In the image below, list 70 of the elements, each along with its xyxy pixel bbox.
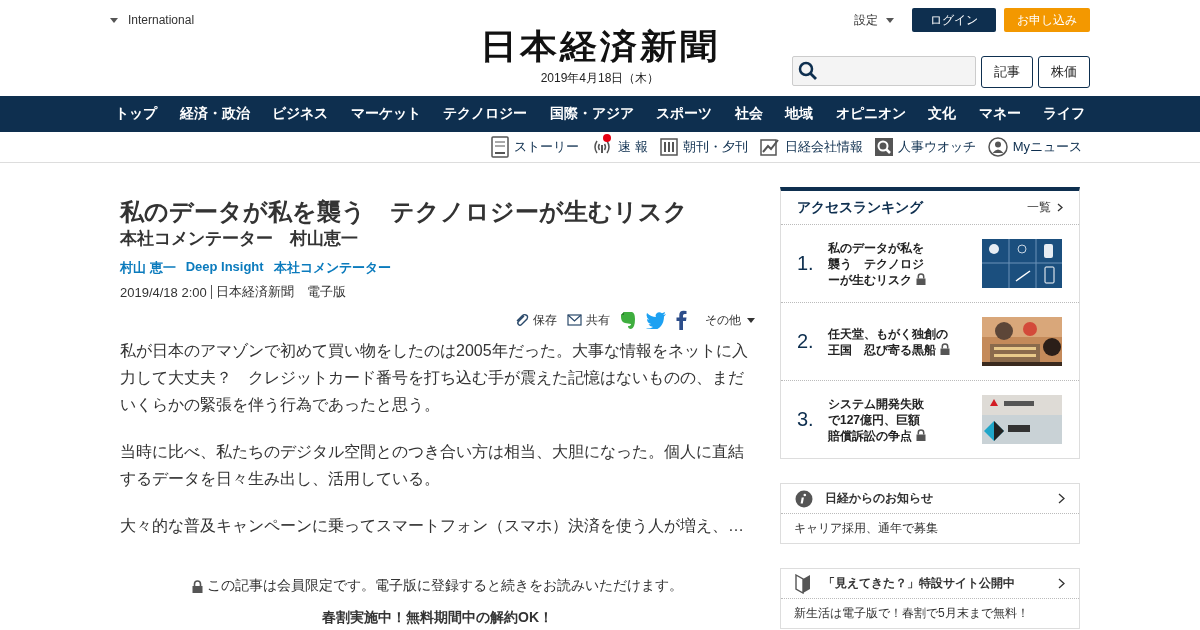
article-title: 私のデータが私を襲う テクノロジーが生むリスク xyxy=(120,197,689,227)
service-link[interactable]: 朝刊・夕刊 xyxy=(659,138,748,156)
chevron-icon xyxy=(1058,578,1065,589)
service-link[interactable]: Myニュース xyxy=(987,137,1082,157)
nav-item[interactable]: 社会 xyxy=(734,105,763,123)
notice-text: キャリア採用、通年で募集 xyxy=(793,520,939,537)
nav-item[interactable]: 文化 xyxy=(928,105,956,123)
publish-time: 2019/4/18 2:00 xyxy=(120,284,207,300)
search-icon xyxy=(874,138,893,156)
chevron-icon xyxy=(1057,203,1063,212)
settings-menu[interactable]: 設定 xyxy=(854,11,894,29)
promo-headline: 春割実施中！無料期間中の解約OK！ xyxy=(321,609,554,625)
save-button[interactable]: 保存 xyxy=(515,311,557,329)
nav-item[interactable]: 地域 xyxy=(785,105,813,123)
region-selector[interactable]: International xyxy=(110,12,195,28)
notice-title: 日経からのお知らせ xyxy=(825,490,934,507)
nav-item[interactable]: ライフ xyxy=(1043,105,1085,123)
chart-icon xyxy=(759,137,780,157)
envelope-icon xyxy=(567,314,582,326)
bird-icon[interactable] xyxy=(646,311,666,329)
topic-link[interactable]: 村山 恵一 xyxy=(120,259,176,277)
newspaper-logo[interactable]: 日本経済新聞 xyxy=(480,25,720,67)
panel-title: アクセスランキング xyxy=(797,198,923,217)
article-paragraph: 大々的な普及キャンペーンに乗ってスマートフォン（スマホ）決済を使う人が増え、… xyxy=(120,516,745,536)
nav-item[interactable]: 経済・政治 xyxy=(179,105,250,123)
paperclip-icon xyxy=(515,313,529,327)
lock-icon xyxy=(192,579,203,593)
service-link[interactable]: ストーリー xyxy=(491,136,580,158)
nav-item[interactable]: ビジネス xyxy=(272,105,328,123)
service-link[interactable]: 人事ウオッチ xyxy=(874,138,976,156)
ranking-item[interactable]: 3. システム開発失敗で127億円、巨額賠償訴訟の争点 xyxy=(781,381,1079,458)
chevron-icon xyxy=(1058,493,1065,504)
notice-title: 「見えてきた？」特設サイト公開中 xyxy=(823,575,1016,592)
facebook-icon[interactable] xyxy=(676,310,687,330)
edition-date: 2019年4月18日（木） xyxy=(540,70,660,87)
service-link[interactable]: 速 報 xyxy=(591,138,648,156)
topic-link[interactable]: 本社コメンテーター xyxy=(273,259,391,277)
beginner-mark-icon xyxy=(795,573,811,594)
search-icon xyxy=(798,61,818,81)
article-subtitle: 本社コメンテーター 村山恵一 xyxy=(120,228,359,250)
notice-panel[interactable]: 日経からのお知らせ キャリア採用、通年で募集 xyxy=(780,483,1080,544)
elephant-icon[interactable] xyxy=(620,310,636,330)
notice-text: 新生活は電子版で！春割で5月末まで無料！ xyxy=(793,605,1030,622)
newspaper-icon xyxy=(659,138,678,156)
nav-item[interactable]: マーケット xyxy=(350,105,421,123)
article-source: 日本経済新聞 電子版 xyxy=(215,283,346,301)
login-button[interactable]: ログイン xyxy=(912,8,996,32)
members-only-notice: この記事は会員限定です。電子版に登録すると続きをお読みいただけます。 xyxy=(207,577,683,595)
nav-item[interactable]: 国際・アジア xyxy=(549,105,634,123)
search-scope-button[interactable]: 記事 xyxy=(981,56,1033,88)
ranking-item[interactable]: 2. 任天堂、もがく独創の王国 忍び寄る黒船 xyxy=(781,303,1079,381)
document-icon xyxy=(491,136,510,158)
share-button[interactable]: 共有 xyxy=(567,311,610,329)
notice-panel[interactable]: 「見えてきた？」特設サイト公開中 新生活は電子版で！春割で5月末まで無料！ xyxy=(780,568,1080,629)
nav-item[interactable]: テクノロジー xyxy=(443,105,527,123)
topic-link[interactable]: Deep Insight xyxy=(185,259,264,277)
search-scope-button[interactable]: 株価 xyxy=(1038,56,1090,88)
nav-item[interactable]: オピニオン xyxy=(835,105,906,123)
info-icon xyxy=(795,489,813,508)
user-icon xyxy=(987,137,1008,157)
nav-item[interactable]: トップ xyxy=(115,105,157,123)
nav-item[interactable]: マネー xyxy=(978,105,1021,123)
nav-item[interactable]: スポーツ xyxy=(656,105,712,123)
article-paragraph: 私が日本のアマゾンで初めて買い物をしたのは2005年だった。大事な情報をネットに入力して大丈夫？ クレジットカード番号を打ち込む手が震えた記憶はないものの、まだいくらかの緊張を伴う行為であったと思う。 xyxy=(120,341,749,415)
more-menu[interactable]: その他 xyxy=(705,311,755,329)
view-all-link[interactable]: 一覧 xyxy=(1027,199,1063,216)
article-paragraph: 当時に比べ、私たちのデジタル空間とのつき合い方は相当、大胆になった。個人に直結するデータを日々生み出し、活用している。 xyxy=(120,442,745,489)
search-field[interactable] xyxy=(792,56,976,86)
service-link[interactable]: 日経会社情報 xyxy=(759,137,863,157)
ranking-item[interactable]: 1. 私のデータが私を襲う テクノロジーが生むリスク xyxy=(781,225,1079,303)
